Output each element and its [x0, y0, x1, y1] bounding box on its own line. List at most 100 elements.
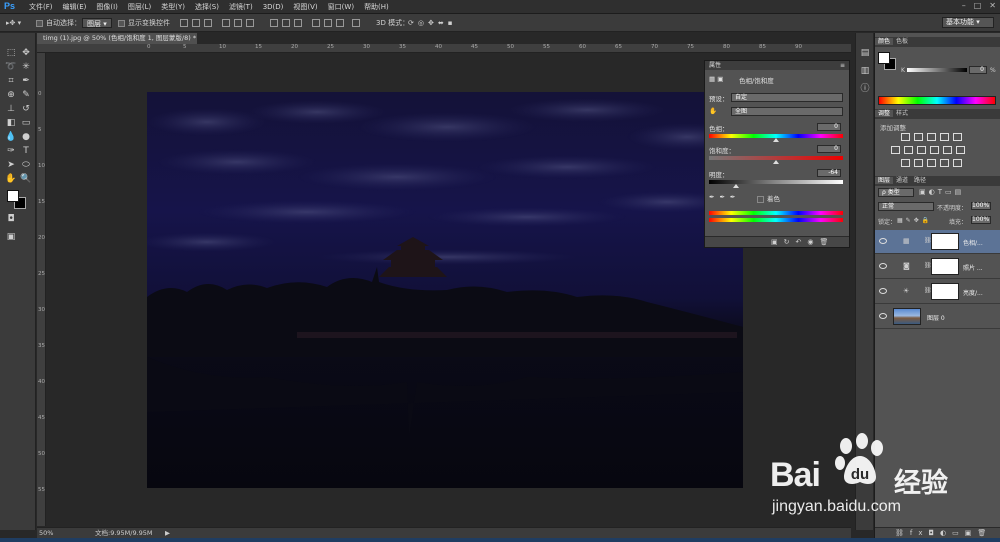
align-right-icon[interactable]: [246, 19, 254, 27]
hue-input[interactable]: 0: [817, 123, 841, 131]
tab-color[interactable]: 颜色: [875, 38, 894, 45]
tab-channels[interactable]: 通道: [893, 177, 911, 184]
gradient-tool-icon[interactable]: ▭: [19, 117, 33, 129]
properties-footer-icons[interactable]: ▣↻↶◉🗑: [771, 238, 834, 246]
k-slider[interactable]: [907, 68, 967, 72]
lightness-slider-track[interactable]: [709, 180, 843, 184]
path-select-icon[interactable]: ➤: [4, 159, 18, 171]
auto-select-dropdown[interactable]: 图层 ▾: [82, 18, 112, 28]
menu-select[interactable]: 选择(S): [190, 2, 224, 12]
marquee-tool-icon[interactable]: ⬚: [4, 47, 18, 59]
magic-wand-icon[interactable]: ✳: [19, 61, 33, 73]
colorize-checkbox[interactable]: 着色: [757, 193, 780, 203]
layer-image-thumbnail[interactable]: [893, 308, 921, 325]
tab-swatches[interactable]: 色板: [893, 38, 911, 45]
properties-tab[interactable]: 属性 ≡: [705, 61, 849, 70]
zoom-level[interactable]: 50%: [39, 528, 53, 538]
menu-layer[interactable]: 图层(L): [123, 2, 156, 12]
fg-color-swatch-top[interactable]: [878, 52, 890, 64]
lock-icons[interactable]: ▦✎✥🔒: [897, 217, 932, 224]
layer-mask-thumbnail[interactable]: [931, 233, 959, 250]
opacity-input[interactable]: 100%: [971, 202, 991, 210]
show-transform-checkbox[interactable]: 显示变换控件: [118, 18, 170, 28]
lightness-input[interactable]: -64: [817, 169, 841, 177]
panel-menu-icon[interactable]: ≡: [840, 61, 849, 70]
properties-panel-icon[interactable]: ▥: [858, 65, 872, 77]
layer-mask-thumbnail[interactable]: [931, 258, 959, 275]
zoom-tool-icon[interactable]: 🔍: [19, 173, 33, 185]
brightness-icon[interactable]: [901, 133, 910, 141]
saturation-slider-thumb[interactable]: [773, 160, 779, 164]
channel-dropdown[interactable]: 全图: [731, 107, 843, 116]
hue-slider-thumb[interactable]: [773, 138, 779, 142]
threshold-icon[interactable]: [927, 159, 936, 167]
menu-filter[interactable]: 滤镜(T): [224, 2, 258, 12]
healing-brush-icon[interactable]: ⊕: [4, 89, 18, 101]
distribute-left-icon[interactable]: [312, 19, 320, 27]
curves-icon[interactable]: [927, 133, 936, 141]
distribute-center-icon[interactable]: [324, 19, 332, 27]
layer-mask-thumbnail[interactable]: [931, 283, 959, 300]
selective-color-icon[interactable]: [953, 159, 962, 167]
tab-layers[interactable]: 图层: [875, 177, 894, 184]
layer-row[interactable]: 图层 0: [875, 305, 1000, 329]
document-image[interactable]: [147, 92, 743, 488]
distribute-right-icon[interactable]: [336, 19, 344, 27]
layer-row[interactable]: ☀ ⛓ 亮度/...: [875, 280, 1000, 304]
pen-tool-icon[interactable]: ✑: [4, 145, 18, 157]
menu-window[interactable]: 窗口(W): [323, 2, 359, 12]
quick-mask-icon[interactable]: ◘: [4, 213, 18, 225]
document-tab[interactable]: timg (1).jpg @ 50% (色相/饱和度 1, 图层蒙版/8) *: [37, 33, 197, 44]
menu-help[interactable]: 帮助(H): [359, 2, 394, 12]
history-brush-icon[interactable]: ↺: [19, 103, 33, 115]
layer-filter-icons[interactable]: ▣◐T▭▤: [919, 188, 964, 196]
saturation-input[interactable]: 0: [817, 145, 841, 153]
k-value[interactable]: 0: [969, 66, 987, 74]
tab-paths[interactable]: 路径: [911, 177, 929, 184]
color-spectrum[interactable]: [878, 96, 996, 105]
type-tool-icon[interactable]: T: [19, 145, 33, 157]
preset-dropdown[interactable]: 自定: [731, 93, 843, 102]
blur-tool-icon[interactable]: 💧: [4, 131, 18, 143]
align-top-icon[interactable]: [180, 19, 188, 27]
menu-image[interactable]: 图像(I): [91, 2, 123, 12]
brush-tool-icon[interactable]: ✎: [19, 89, 33, 101]
align-bottom-icon[interactable]: [204, 19, 212, 27]
bw-icon[interactable]: [917, 146, 926, 154]
move-tool-icon[interactable]: ✥: [19, 47, 33, 59]
menu-type[interactable]: 类型(Y): [156, 2, 190, 12]
posterize-icon[interactable]: [914, 159, 923, 167]
layer-kind-filter[interactable]: ρ 类型: [878, 188, 914, 197]
vibrance-icon[interactable]: [953, 133, 962, 141]
menu-file[interactable]: 文件(F): [24, 2, 58, 12]
layer-name[interactable]: 照片 ...: [963, 263, 983, 272]
align-center-icon[interactable]: [234, 19, 242, 27]
invert-icon[interactable]: [901, 159, 910, 167]
shape-tool-icon[interactable]: ⬭: [19, 159, 33, 171]
hand-tool-icon[interactable]: ✋: [4, 173, 18, 185]
layer-name[interactable]: 色相/...: [963, 238, 983, 247]
lasso-tool-icon[interactable]: ➰: [4, 61, 18, 73]
align-left-icon[interactable]: [222, 19, 230, 27]
status-menu-arrow-icon[interactable]: ▶: [165, 528, 170, 538]
fill-input[interactable]: 100%: [971, 216, 991, 224]
color-lookup-icon[interactable]: [956, 146, 965, 154]
tab-adjustments[interactable]: 调整: [875, 110, 894, 117]
menu-view[interactable]: 视图(V): [288, 2, 322, 12]
layers-footer-icons[interactable]: ⛓fx◘◐▭▣🗑: [895, 529, 992, 537]
minimize-button[interactable]: –: [962, 1, 966, 10]
clone-stamp-icon[interactable]: ⊥: [4, 103, 18, 115]
layer-name[interactable]: 亮度/...: [963, 288, 983, 297]
blend-mode-dropdown[interactable]: 正常: [878, 202, 934, 211]
maximize-button[interactable]: □: [974, 1, 982, 10]
visibility-eye-icon[interactable]: [879, 263, 887, 269]
screen-mode-icon[interactable]: ▣: [4, 231, 18, 243]
foreground-color-swatch-top[interactable]: [7, 190, 19, 202]
eraser-tool-icon[interactable]: ◧: [4, 117, 18, 129]
tab-styles[interactable]: 样式: [893, 110, 911, 117]
exposure-icon[interactable]: [940, 133, 949, 141]
visibility-eye-icon[interactable]: [879, 238, 887, 244]
distribute-bottom-icon[interactable]: [294, 19, 302, 27]
auto-align-icon[interactable]: [352, 19, 360, 27]
hue-sat-icon[interactable]: [891, 146, 900, 154]
